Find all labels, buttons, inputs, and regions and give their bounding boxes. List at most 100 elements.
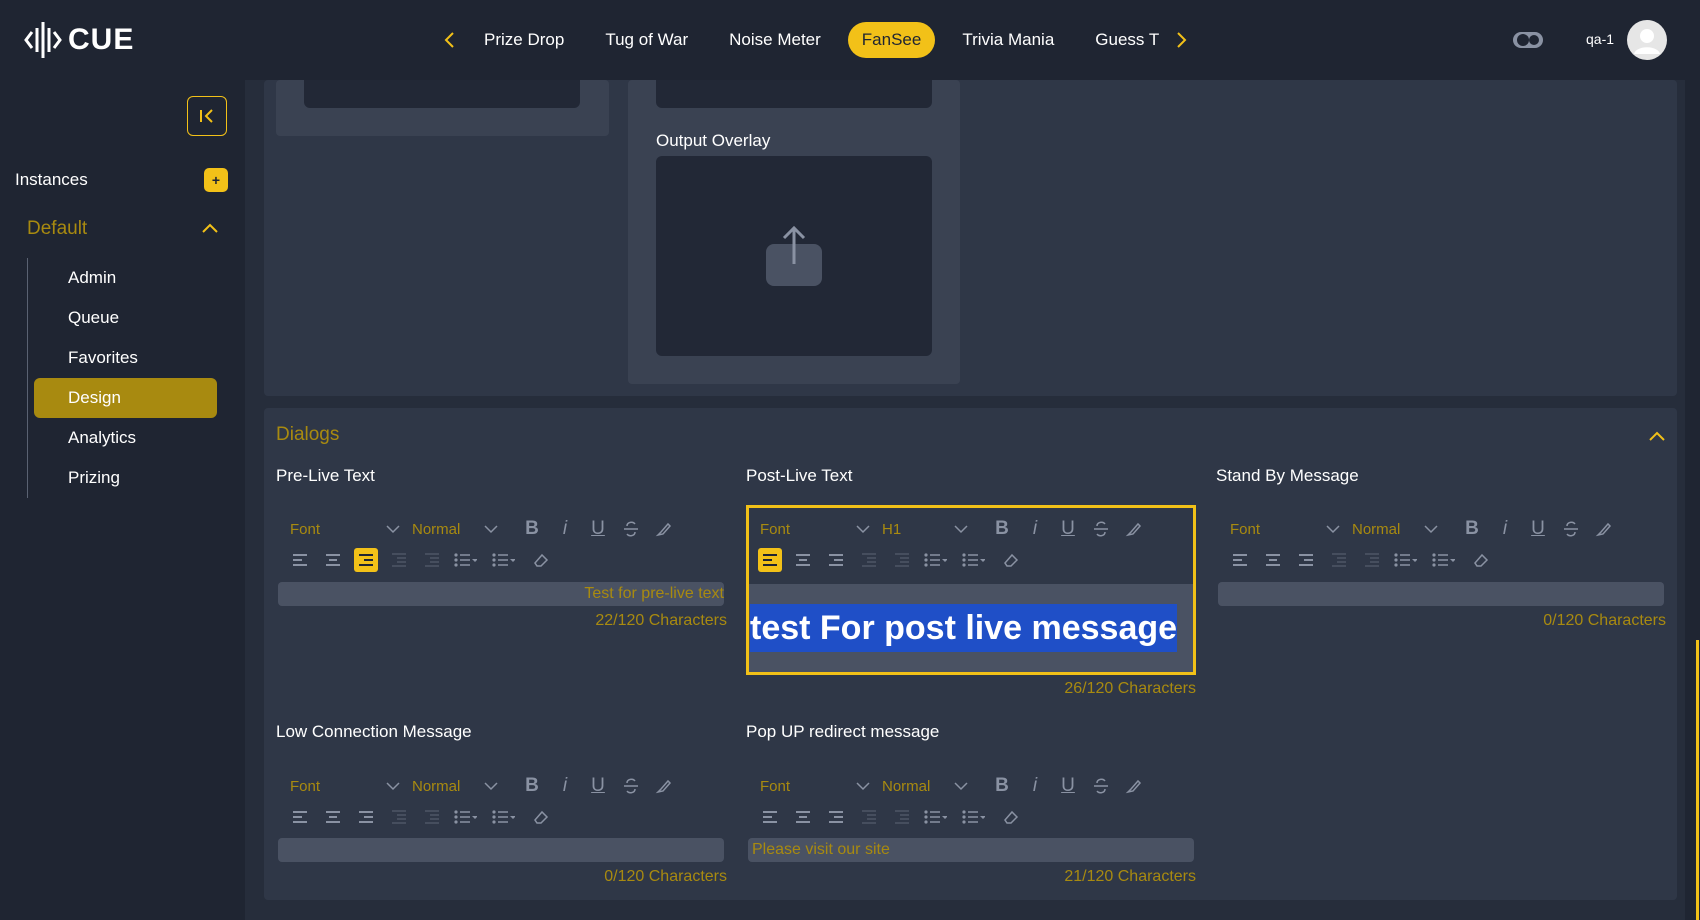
font-select[interactable]: Font	[1230, 521, 1352, 538]
upload-area[interactable]	[304, 80, 580, 108]
underline-icon[interactable]: U	[1056, 517, 1080, 541]
avatar[interactable]	[1627, 20, 1667, 60]
highlight-icon[interactable]	[652, 774, 676, 798]
align-right-icon[interactable]	[354, 548, 378, 572]
indent-decrease-icon[interactable]	[387, 548, 411, 572]
indent-decrease-icon[interactable]	[857, 548, 881, 572]
indent-increase-icon[interactable]	[1360, 548, 1384, 572]
highlight-icon[interactable]	[652, 517, 676, 541]
bold-icon[interactable]: B	[520, 774, 544, 798]
indent-decrease-icon[interactable]	[387, 805, 411, 829]
add-instance-button[interactable]: +	[204, 168, 228, 192]
clear-format-icon[interactable]	[529, 548, 553, 572]
user-name[interactable]: qa-1	[1586, 31, 1614, 47]
strikethrough-icon[interactable]	[1089, 774, 1113, 798]
align-left-icon[interactable]	[288, 805, 312, 829]
underline-icon[interactable]: U	[1526, 517, 1550, 541]
nav-next-button[interactable]	[1165, 24, 1197, 56]
ordered-list-icon[interactable]	[923, 805, 947, 829]
indent-decrease-icon[interactable]	[1327, 548, 1351, 572]
strikethrough-icon[interactable]	[619, 517, 643, 541]
font-select[interactable]: Font	[760, 778, 882, 795]
logo[interactable]: CUE	[24, 20, 134, 60]
align-right-icon[interactable]	[354, 805, 378, 829]
chevron-up-icon[interactable]	[200, 220, 220, 236]
editor-content[interactable]: test For post live message	[750, 604, 1178, 652]
align-left-icon[interactable]	[1228, 548, 1252, 572]
ordered-list-icon[interactable]	[453, 805, 477, 829]
rich-text-editor[interactable]: Font Normal Bi U Test for pre-live text	[276, 505, 726, 608]
sidebar-item-prizing[interactable]: Prizing	[34, 458, 217, 498]
italic-icon[interactable]: i	[553, 774, 577, 798]
font-select[interactable]: Font	[290, 778, 412, 795]
editor-text-area[interactable]: Test for pre-live text	[278, 582, 724, 606]
clear-format-icon[interactable]	[529, 805, 553, 829]
rich-text-editor[interactable]: Font Normal Bi U	[1216, 505, 1666, 608]
bullet-list-icon[interactable]	[491, 805, 515, 829]
tab-trivia-mania[interactable]: Trivia Mania	[948, 22, 1068, 58]
align-center-icon[interactable]	[1261, 548, 1285, 572]
clear-format-icon[interactable]	[999, 548, 1023, 572]
align-center-icon[interactable]	[791, 805, 815, 829]
indent-increase-icon[interactable]	[890, 548, 914, 572]
strikethrough-icon[interactable]	[1089, 517, 1113, 541]
bold-icon[interactable]: B	[990, 774, 1014, 798]
rich-text-editor[interactable]: Font Normal Bi U	[276, 762, 726, 865]
align-center-icon[interactable]	[321, 805, 345, 829]
size-select[interactable]: H1	[882, 521, 982, 538]
upload-area[interactable]	[656, 80, 932, 108]
bullet-list-icon[interactable]	[1431, 548, 1455, 572]
bullet-list-icon[interactable]	[961, 548, 985, 572]
align-left-icon[interactable]	[758, 805, 782, 829]
nav-prev-button[interactable]	[434, 24, 466, 56]
italic-icon[interactable]: i	[1023, 774, 1047, 798]
sidebar-item-queue[interactable]: Queue	[34, 298, 217, 338]
highlight-icon[interactable]	[1122, 774, 1146, 798]
size-select[interactable]: Normal	[412, 778, 512, 795]
align-left-icon[interactable]	[288, 548, 312, 572]
bullet-list-icon[interactable]	[961, 805, 985, 829]
theme-toggle-icon[interactable]	[1512, 28, 1544, 52]
underline-icon[interactable]: U	[586, 517, 610, 541]
tab-noise-meter[interactable]: Noise Meter	[715, 22, 835, 58]
align-center-icon[interactable]	[321, 548, 345, 572]
align-left-icon[interactable]	[758, 548, 782, 572]
bold-icon[interactable]: B	[1460, 517, 1484, 541]
output-overlay-upload[interactable]	[656, 156, 932, 356]
italic-icon[interactable]: i	[553, 517, 577, 541]
tab-tug-of-war[interactable]: Tug of War	[591, 22, 702, 58]
highlight-icon[interactable]	[1592, 517, 1616, 541]
size-select[interactable]: Normal	[1352, 521, 1452, 538]
underline-icon[interactable]: U	[1056, 774, 1080, 798]
chevron-up-icon[interactable]	[1647, 428, 1667, 444]
strikethrough-icon[interactable]	[619, 774, 643, 798]
size-select[interactable]: Normal	[412, 521, 512, 538]
font-select[interactable]: Font	[760, 521, 882, 538]
tab-guess-t[interactable]: Guess T	[1081, 22, 1170, 58]
clear-format-icon[interactable]	[999, 805, 1023, 829]
editor-text-area[interactable]: Please visit our site	[748, 838, 1194, 862]
align-right-icon[interactable]	[1294, 548, 1318, 572]
instance-default[interactable]: Default	[27, 218, 87, 240]
rich-text-editor[interactable]: Font H1 Bi Utest For post live message	[746, 505, 1196, 675]
sidebar-item-analytics[interactable]: Analytics	[34, 418, 217, 458]
clear-format-icon[interactable]	[1469, 548, 1493, 572]
italic-icon[interactable]: i	[1493, 517, 1517, 541]
sidebar-item-design[interactable]: Design	[34, 378, 217, 418]
bold-icon[interactable]: B	[990, 517, 1014, 541]
scrollbar[interactable]	[1696, 640, 1699, 920]
bullet-list-icon[interactable]	[491, 548, 515, 572]
indent-decrease-icon[interactable]	[857, 805, 881, 829]
font-select[interactable]: Font	[290, 521, 412, 538]
indent-increase-icon[interactable]	[420, 548, 444, 572]
align-right-icon[interactable]	[824, 548, 848, 572]
indent-increase-icon[interactable]	[420, 805, 444, 829]
italic-icon[interactable]: i	[1023, 517, 1047, 541]
align-center-icon[interactable]	[791, 548, 815, 572]
bold-icon[interactable]: B	[520, 517, 544, 541]
tab-prize-drop[interactable]: Prize Drop	[470, 22, 578, 58]
strikethrough-icon[interactable]	[1559, 517, 1583, 541]
align-right-icon[interactable]	[824, 805, 848, 829]
editor-text-area[interactable]	[278, 838, 724, 862]
underline-icon[interactable]: U	[586, 774, 610, 798]
